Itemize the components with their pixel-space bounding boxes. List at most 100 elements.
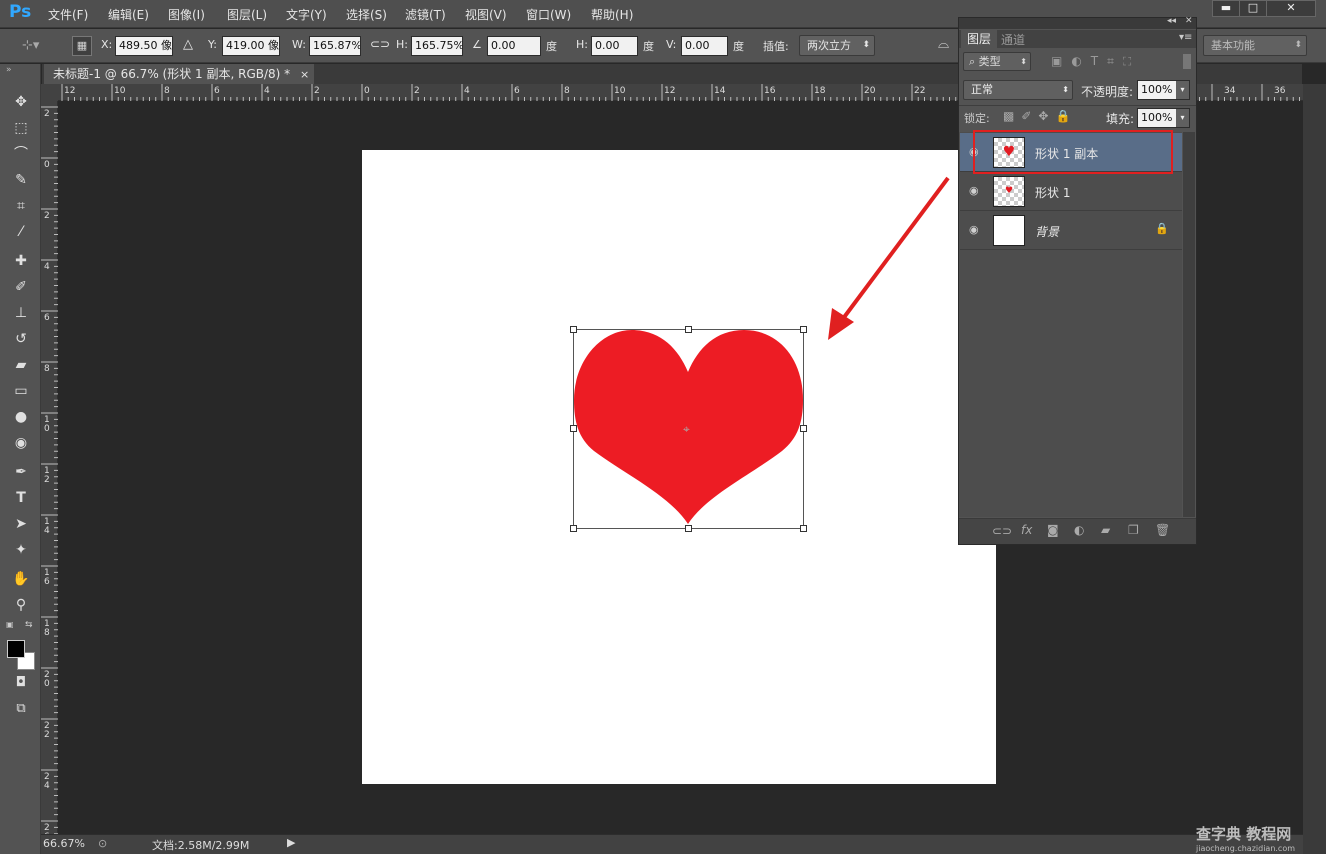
panel-menu-icon[interactable]: ▾≡ bbox=[1179, 32, 1192, 43]
menu-view[interactable]: 视图(V) bbox=[465, 6, 507, 23]
lasso-tool-icon[interactable]: ⌒ bbox=[8, 143, 34, 165]
layer-row[interactable]: ◉ 背景 🔒 bbox=[960, 211, 1182, 250]
add-mask-icon[interactable]: ◙ bbox=[1047, 523, 1059, 537]
tab-layers[interactable]: 图层 bbox=[961, 30, 997, 48]
hskew-field[interactable]: 0.00 bbox=[591, 36, 638, 56]
layer-name[interactable]: 形状 1 bbox=[1035, 184, 1070, 201]
minimize-button[interactable]: ▬ bbox=[1212, 0, 1240, 17]
maximize-button[interactable]: □ bbox=[1239, 0, 1267, 17]
transform-handle-r[interactable] bbox=[800, 425, 807, 432]
transform-handle-b[interactable] bbox=[685, 525, 692, 532]
swap-colors-icon[interactable]: ⇆ bbox=[25, 620, 33, 630]
close-panel-icon[interactable]: ✕ bbox=[1185, 16, 1193, 26]
gradient-tool-icon[interactable]: ▭ bbox=[8, 380, 34, 402]
transform-bounding-box[interactable] bbox=[573, 329, 804, 529]
link-icon[interactable]: ⊂⊃ bbox=[370, 37, 390, 51]
transform-handle-br[interactable] bbox=[800, 525, 807, 532]
screen-mode-icon[interactable]: ⧉ bbox=[8, 698, 34, 720]
layer-thumbnail[interactable]: ♥ bbox=[993, 176, 1025, 207]
eyedropper-tool-icon[interactable]: ⁄ bbox=[8, 221, 34, 243]
x-field[interactable]: 489.50 像素 bbox=[115, 36, 173, 56]
transform-handle-tl[interactable] bbox=[570, 326, 577, 333]
link-layers-icon[interactable]: ⊂⊃ bbox=[992, 524, 1012, 538]
default-colors-icon[interactable]: ▣ bbox=[6, 620, 14, 629]
h-field[interactable]: 165.75% bbox=[411, 36, 463, 56]
layer-row[interactable]: ◉ ♥ 形状 1 bbox=[960, 172, 1182, 211]
clone-stamp-icon[interactable]: ⊥ bbox=[8, 302, 34, 324]
layer-thumbnail[interactable] bbox=[993, 215, 1025, 246]
vertical-ruler[interactable]: 202468101214161820222426 bbox=[41, 101, 58, 834]
menu-layer[interactable]: 图层(L) bbox=[227, 6, 267, 23]
marquee-tool-icon[interactable]: ⬚ bbox=[8, 117, 34, 139]
panel-titlebar[interactable]: ◂◂ ✕ bbox=[959, 16, 1196, 29]
menu-image[interactable]: 图像(I) bbox=[168, 6, 205, 23]
brush-tool-icon[interactable]: ✐ bbox=[8, 276, 34, 298]
delete-layer-icon[interactable]: 🗑 bbox=[1155, 523, 1170, 537]
quick-select-tool-icon[interactable]: ✎ bbox=[8, 169, 34, 191]
crop-tool-icon[interactable]: ⌗ bbox=[8, 195, 34, 217]
new-group-icon[interactable]: ▰ bbox=[1101, 523, 1110, 537]
menu-file[interactable]: 文件(F) bbox=[48, 6, 88, 23]
menu-edit[interactable]: 编辑(E) bbox=[108, 6, 149, 23]
zoom-level[interactable]: 66.67% bbox=[43, 837, 85, 850]
foreground-color-swatch[interactable] bbox=[7, 640, 25, 658]
menu-filter[interactable]: 滤镜(T) bbox=[405, 6, 446, 23]
menu-help[interactable]: 帮助(H) bbox=[591, 6, 633, 23]
history-brush-icon[interactable]: ↺ bbox=[8, 328, 34, 350]
layer-name[interactable]: 背景 bbox=[1035, 223, 1059, 240]
eye-icon[interactable]: ◉ bbox=[969, 184, 979, 197]
warp-icon[interactable]: ⌓ bbox=[938, 36, 949, 52]
adjustment-layer-icon[interactable]: ◐ bbox=[1074, 523, 1084, 537]
status-arrow-icon[interactable]: ▶ bbox=[287, 836, 295, 849]
fill-field[interactable]: 100% ▾ bbox=[1137, 108, 1190, 128]
new-layer-icon[interactable]: ❐ bbox=[1128, 523, 1139, 537]
status-icon[interactable]: ⊙ bbox=[98, 837, 107, 850]
rotate-field[interactable]: 0.00 bbox=[487, 36, 541, 56]
document-tab[interactable]: 未标题-1 @ 66.7% (形状 1 副本, RGB/8) * × bbox=[44, 64, 314, 85]
zoom-tool-icon[interactable]: ⚲ bbox=[8, 594, 34, 616]
w-field[interactable]: 165.87% bbox=[309, 36, 361, 56]
collapse-panel-icon[interactable]: ◂◂ bbox=[1167, 16, 1176, 26]
transform-handle-tr[interactable] bbox=[800, 326, 807, 333]
healing-brush-icon[interactable]: ✚ bbox=[8, 250, 34, 272]
vertical-scrollbar[interactable] bbox=[1303, 84, 1326, 854]
move-tool-preset-icon[interactable]: ⊹▾ bbox=[22, 38, 39, 53]
close-button[interactable]: ✕ bbox=[1266, 0, 1316, 17]
workspace-dropdown[interactable]: 基本功能 ⬍ bbox=[1203, 35, 1307, 56]
ruler-origin[interactable] bbox=[41, 84, 58, 101]
filter-icons[interactable]: ▣◐T⌗⛶ bbox=[1051, 54, 1140, 69]
collapse-icon[interactable]: » bbox=[6, 65, 12, 75]
y-field[interactable]: 419.00 像素 bbox=[222, 36, 280, 56]
menu-type[interactable]: 文字(Y) bbox=[286, 6, 327, 23]
layers-scrollbar[interactable] bbox=[1183, 132, 1195, 517]
tab-channels[interactable]: 通道 bbox=[1001, 31, 1025, 48]
close-tab-icon[interactable]: × bbox=[300, 68, 309, 81]
opacity-field[interactable]: 100% ▾ bbox=[1137, 80, 1190, 100]
hand-tool-icon[interactable]: ✋ bbox=[8, 568, 34, 590]
type-tool-icon[interactable]: T bbox=[8, 487, 34, 509]
dodge-tool-icon[interactable]: ◉ bbox=[8, 432, 34, 454]
move-tool-icon[interactable]: ✥ bbox=[8, 91, 34, 113]
fx-icon[interactable]: fx bbox=[1021, 523, 1032, 537]
delta-icon[interactable]: △ bbox=[183, 37, 193, 52]
quick-mask-icon[interactable]: ◘ bbox=[8, 672, 34, 694]
blur-tool-icon[interactable]: ● bbox=[8, 406, 34, 428]
shape-tool-icon[interactable]: ✦ bbox=[8, 539, 34, 561]
fill-arrow-icon[interactable]: ▾ bbox=[1176, 109, 1189, 127]
transform-handle-bl[interactable] bbox=[570, 525, 577, 532]
vskew-field[interactable]: 0.00 bbox=[681, 36, 728, 56]
eye-icon[interactable]: ◉ bbox=[969, 223, 979, 236]
filter-toggle[interactable] bbox=[1183, 54, 1191, 69]
lock-icons[interactable]: ▩✐✥🔒 bbox=[1003, 109, 1077, 123]
menu-window[interactable]: 窗口(W) bbox=[526, 6, 571, 23]
path-select-icon[interactable]: ➤ bbox=[8, 513, 34, 535]
reference-point-icon[interactable]: ▦ bbox=[72, 36, 92, 56]
transform-handle-l[interactable] bbox=[570, 425, 577, 432]
filter-kind-dropdown[interactable]: ⌕ 类型 ⬍ bbox=[963, 52, 1031, 71]
interp-dropdown[interactable]: 两次立方 ⬍ bbox=[799, 35, 875, 56]
transform-handle-t[interactable] bbox=[685, 326, 692, 333]
blend-mode-dropdown[interactable]: 正常 ⬍ bbox=[963, 80, 1073, 100]
opacity-arrow-icon[interactable]: ▾ bbox=[1176, 81, 1189, 99]
eraser-tool-icon[interactable]: ▰ bbox=[8, 354, 34, 376]
menu-select[interactable]: 选择(S) bbox=[346, 6, 387, 23]
